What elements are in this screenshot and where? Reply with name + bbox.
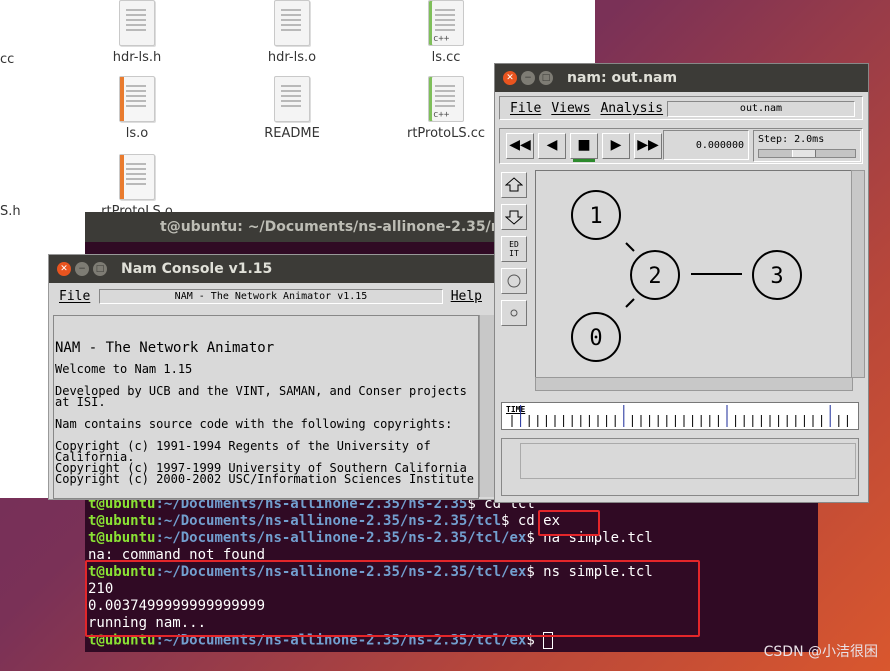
close-icon[interactable]: ✕ [503,71,517,85]
network-topology[interactable]: 0 1 2 3 [536,171,852,377]
canvas-horizontal-scrollbar[interactable] [535,377,853,391]
link-0-2 [625,298,635,308]
highlight-box-cd-ex [538,510,600,536]
step-slider-thumb[interactable] [792,150,816,157]
file-name: ls.o [125,126,149,141]
file-name: hdr-ls.h [112,50,162,65]
console-paragraph: Developed by UCB and the VINT, SAMAN, an… [55,384,467,409]
file-name: hdr-ls.o [267,50,317,65]
step-label: Step: 2.0ms [758,134,825,145]
nam-file-field: out.nam [667,101,855,117]
console-paragraph: Welcome to Nam 1.15 [55,362,193,376]
highlight-box-ns-run [85,560,700,637]
file-name: ls.cc [431,50,461,65]
console-title: Nam Console v1.15 [121,261,273,277]
nam-titlebar[interactable]: ✕ − □ nam: out.nam [495,64,868,92]
cpp-file-icon [428,0,464,46]
console-title-field: NAM - The Network Animator v1.15 [99,289,443,304]
step-control: Step: 2.0ms [753,130,861,162]
close-icon[interactable]: ✕ [57,262,71,276]
nam-console-window[interactable]: ✕ − □ Nam Console v1.15 File NAM - The N… [48,254,495,500]
svg-text:1: 1 [589,204,602,229]
file-label-partial: cc [0,52,15,67]
text-file-icon [119,0,155,46]
maximize-icon[interactable]: □ [93,262,107,276]
watermark: CSDN @小洁很困 [763,644,878,660]
svg-text:0: 0 [589,326,602,351]
file-rtprotols-cc[interactable]: rtProtoLS.cc [386,76,506,141]
step-back-button[interactable]: ◀ [538,133,566,159]
minimize-icon[interactable]: − [75,262,89,276]
file-hdr-ls-h[interactable]: hdr-ls.h [77,0,197,65]
node-2[interactable]: 2 [630,250,680,300]
link-1-2 [625,242,635,252]
menu-file[interactable]: File [510,101,541,116]
text-file-icon [274,0,310,46]
file-ls-cc[interactable]: ls.cc [386,0,506,65]
file-rtprotols-o[interactable]: rtProtoLS.o [77,154,197,219]
console-heading: NAM - The Network Animator [55,340,275,356]
binary-file-icon [119,76,155,122]
timeline-bar[interactable]: TIME [501,402,859,430]
console-scrollbar[interactable] [479,315,494,497]
console-paragraph: Nam contains source code with the follow… [55,417,453,431]
svg-text:3: 3 [770,264,783,289]
file-ls-o[interactable]: ls.o [77,76,197,141]
step-slider[interactable] [758,149,856,158]
file-label-partial: S.h [0,204,21,219]
edit-button[interactable]: ED IT [501,236,527,262]
annotation-pane[interactable] [501,438,859,496]
node-0[interactable]: 0 [571,312,621,362]
fast-forward-button[interactable]: ▶▶ [634,133,662,159]
menu-analysis[interactable]: Analysis [600,101,663,116]
network-canvas[interactable]: 0 1 2 3 [535,170,853,378]
small-circle-icon[interactable] [501,300,527,326]
menu-file[interactable]: File [59,289,90,304]
canvas-vertical-scrollbar[interactable] [851,170,865,378]
cpp-file-icon [428,76,464,122]
timeline-ticks [511,405,848,427]
maximize-icon[interactable]: □ [539,71,553,85]
minimize-icon[interactable]: − [521,71,535,85]
nam-main-window[interactable]: ✕ − □ nam: out.nam File Views Analysis o… [494,63,869,503]
menu-help[interactable]: Help [451,289,482,304]
file-readme[interactable]: README [232,76,352,141]
rewind-button[interactable]: ◀◀ [506,133,534,159]
console-text-area[interactable]: NAM - The Network Animator Welcome to Na… [53,315,479,499]
zoom-out-icon[interactable] [501,204,527,230]
binary-file-icon [119,154,155,200]
text-file-icon [274,76,310,122]
console-titlebar[interactable]: ✕ − □ Nam Console v1.15 [49,255,494,283]
node-circle-icon[interactable] [501,268,527,294]
tool-column: ED IT [501,172,529,392]
file-hdr-ls-o[interactable]: hdr-ls.o [232,0,352,65]
zoom-in-icon[interactable] [501,172,527,198]
menu-views[interactable]: Views [551,101,590,116]
console-paragraph: Copyright (c) 1991-1994 Regents of the U… [55,439,475,486]
file-name: rtProtoLS.cc [406,126,486,141]
stop-button[interactable]: ■ [570,133,598,162]
time-display: 0.000000 [663,130,749,160]
play-button[interactable]: ▶ [602,133,630,159]
node-3[interactable]: 3 [752,250,802,300]
nam-title: nam: out.nam [567,70,678,86]
svg-text:2: 2 [648,264,661,289]
annotation-list[interactable] [520,443,856,479]
file-name: README [264,126,320,141]
node-1[interactable]: 1 [571,190,621,240]
